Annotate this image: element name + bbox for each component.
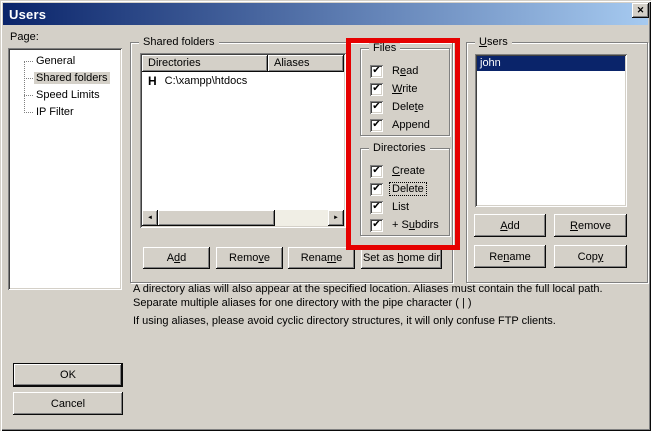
copy-user-button[interactable]: Copy bbox=[554, 245, 627, 268]
tree-item-label: Speed Limits bbox=[34, 89, 102, 101]
checkbox-files-append[interactable]: ✔ Append bbox=[370, 116, 449, 134]
tree-item-label: Shared folders bbox=[34, 72, 110, 84]
check-icon: ✔ bbox=[372, 102, 380, 112]
title-bar[interactable]: Users bbox=[3, 3, 648, 25]
button-label: Set as home dir bbox=[363, 252, 440, 264]
button-label: Rename bbox=[301, 252, 343, 264]
rename-user-button[interactable]: Rename bbox=[474, 245, 546, 268]
tree-item-label: General bbox=[34, 55, 77, 67]
listview-header: Directories Aliases bbox=[142, 55, 344, 72]
users-dialog: Users ✕ Page: General Shared folders Spe… bbox=[0, 0, 651, 431]
users-group-label: Users bbox=[475, 36, 512, 48]
checkbox-box: ✔ bbox=[370, 119, 383, 132]
page-tree: General Shared folders Speed Limits IP F… bbox=[8, 48, 122, 290]
check-icon: ✔ bbox=[372, 184, 380, 194]
close-icon: ✕ bbox=[637, 5, 645, 16]
alias-help-text: A directory alias will also appear at th… bbox=[133, 282, 645, 328]
checkbox-label: Read bbox=[389, 64, 421, 78]
checkbox-dirs-list[interactable]: ✔ List bbox=[370, 198, 449, 216]
button-label: Add bbox=[500, 220, 520, 232]
scrollbar-track[interactable] bbox=[275, 210, 328, 226]
checkbox-box: ✔ bbox=[370, 165, 383, 178]
check-icon: ✔ bbox=[372, 166, 380, 176]
checkbox-files-read[interactable]: ✔ Read bbox=[370, 62, 449, 80]
remove-user-button[interactable]: Remove bbox=[554, 214, 627, 237]
button-label: Remove bbox=[570, 220, 611, 232]
files-group-label: Files bbox=[369, 42, 400, 54]
checkbox-label: Append bbox=[389, 118, 433, 132]
checkbox-files-delete[interactable]: ✔ Delete bbox=[370, 98, 449, 116]
checkbox-label: Delete bbox=[389, 182, 427, 196]
button-label: Copy bbox=[578, 251, 604, 263]
check-icon: ✔ bbox=[372, 202, 380, 212]
directory-path: C:\xampp\htdocs bbox=[165, 75, 248, 87]
checkbox-dirs-subdirs[interactable]: ✔ + Subdirs bbox=[370, 216, 449, 234]
column-header-directories[interactable]: Directories bbox=[142, 55, 268, 72]
directory-row[interactable]: H C:\xampp\htdocs bbox=[142, 73, 344, 89]
column-header-aliases[interactable]: Aliases bbox=[268, 55, 344, 72]
checkbox-label: Create bbox=[389, 164, 428, 178]
users-listbox[interactable]: john bbox=[475, 54, 627, 207]
check-icon: ✔ bbox=[372, 120, 380, 130]
window-title: Users bbox=[9, 7, 46, 22]
alias-help-line-2: If using aliases, please avoid cyclic di… bbox=[133, 314, 645, 328]
button-label: Cancel bbox=[51, 398, 85, 410]
directories-group: Directories ✔ Create ✔ Delete ✔ List ✔ +… bbox=[360, 148, 450, 236]
checkbox-label: + Subdirs bbox=[389, 218, 442, 232]
checkbox-dirs-delete[interactable]: ✔ Delete bbox=[370, 180, 449, 198]
checkbox-label: List bbox=[389, 200, 412, 214]
home-flag: H bbox=[148, 74, 157, 88]
tree-item-shared-folders[interactable]: Shared folders bbox=[10, 70, 120, 87]
button-label: Add bbox=[167, 252, 187, 264]
page-label: Page: bbox=[10, 31, 39, 43]
user-item-john[interactable]: john bbox=[477, 56, 625, 71]
checkbox-box: ✔ bbox=[370, 183, 383, 196]
tree-item-ip-filter[interactable]: IP Filter bbox=[10, 104, 120, 121]
check-icon: ✔ bbox=[372, 84, 380, 94]
checkbox-files-write[interactable]: ✔ Write bbox=[370, 80, 449, 98]
directories-group-label: Directories bbox=[369, 142, 430, 154]
set-as-home-dir-button[interactable]: Set as home dir bbox=[361, 247, 442, 269]
button-label: Rename bbox=[489, 251, 531, 263]
check-icon: ✔ bbox=[372, 66, 380, 76]
horizontal-scrollbar[interactable]: ◄ ► bbox=[142, 210, 344, 226]
checkbox-label: Write bbox=[389, 82, 420, 96]
close-button[interactable]: ✕ bbox=[632, 3, 649, 18]
tree-item-general[interactable]: General bbox=[10, 53, 120, 70]
alias-help-line-1: A directory alias will also appear at th… bbox=[133, 282, 645, 310]
rename-folder-button[interactable]: Rename bbox=[288, 247, 355, 269]
directories-listview[interactable]: Directories Aliases H C:\xampp\htdocs ◄ … bbox=[140, 53, 346, 228]
checkbox-box: ✔ bbox=[370, 83, 383, 96]
add-folder-button[interactable]: Add bbox=[143, 247, 210, 269]
check-icon: ✔ bbox=[372, 220, 380, 230]
tree-item-speed-limits[interactable]: Speed Limits bbox=[10, 87, 120, 104]
button-label: OK bbox=[60, 369, 76, 381]
shared-folders-group-label: Shared folders bbox=[139, 36, 219, 48]
remove-folder-button[interactable]: Remove bbox=[216, 247, 283, 269]
checkbox-box: ✔ bbox=[370, 219, 383, 232]
checkbox-box: ✔ bbox=[370, 201, 383, 214]
tree-item-label: IP Filter bbox=[34, 106, 76, 118]
arrow-left-icon: ◄ bbox=[147, 215, 153, 221]
checkbox-dirs-create[interactable]: ✔ Create bbox=[370, 162, 449, 180]
scrollbar-thumb[interactable] bbox=[158, 210, 275, 226]
checkbox-box: ✔ bbox=[370, 65, 383, 78]
button-label: Remove bbox=[229, 252, 270, 264]
scroll-left-button[interactable]: ◄ bbox=[142, 210, 158, 226]
checkbox-label: Delete bbox=[389, 100, 427, 114]
add-user-button[interactable]: Add bbox=[474, 214, 546, 237]
ok-button[interactable]: OK bbox=[13, 363, 123, 387]
scroll-right-button[interactable]: ► bbox=[328, 210, 344, 226]
files-group: Files ✔ Read ✔ Write ✔ Delete ✔ Append bbox=[360, 48, 450, 136]
arrow-right-icon: ► bbox=[333, 215, 339, 221]
cancel-button[interactable]: Cancel bbox=[13, 392, 123, 415]
checkbox-box: ✔ bbox=[370, 101, 383, 114]
